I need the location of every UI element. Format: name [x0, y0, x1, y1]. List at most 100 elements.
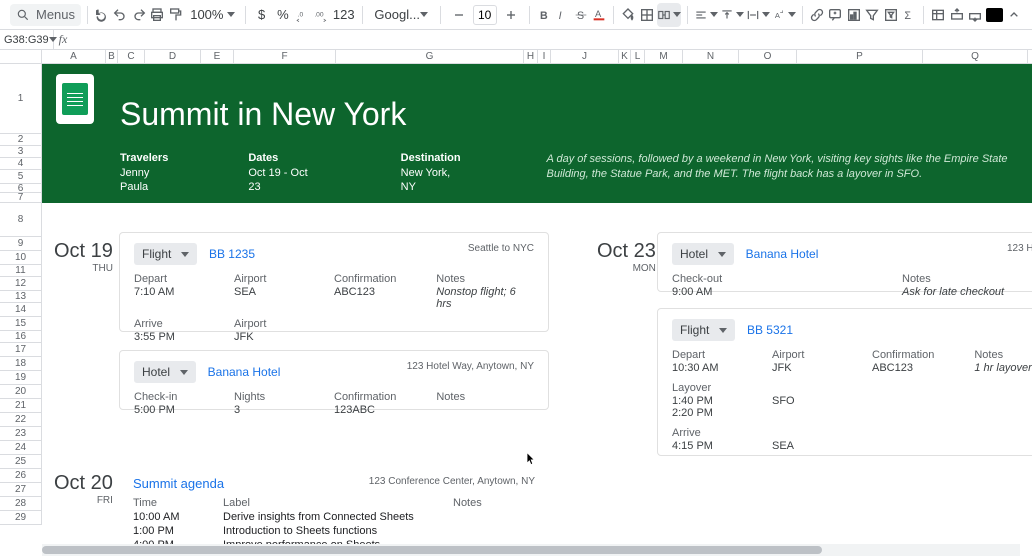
row-header[interactable]: 12 — [0, 277, 41, 291]
col-header[interactable]: I — [538, 50, 551, 63]
row-header[interactable]: 25 — [0, 455, 41, 469]
column-headers[interactable]: ABCDEFGHIJKLMNOPQ — [42, 50, 1032, 64]
col-header[interactable]: C — [118, 50, 145, 63]
col-header[interactable]: O — [739, 50, 797, 63]
merge-cells-button[interactable] — [657, 3, 681, 27]
insert-col-button[interactable] — [967, 3, 984, 27]
undo-history-button[interactable] — [94, 3, 111, 27]
strikethrough-button[interactable]: S — [572, 3, 589, 27]
row-header[interactable]: 7 — [0, 193, 41, 203]
decrease-decimal-button[interactable]: .0 — [295, 3, 312, 27]
currency-button[interactable]: $ — [252, 3, 271, 27]
row-header[interactable]: 24 — [0, 441, 41, 455]
row-header[interactable]: 23 — [0, 427, 41, 441]
row-header[interactable]: 20 — [0, 385, 41, 399]
menu-search[interactable]: Menus — [10, 4, 81, 26]
flight-chip[interactable]: Flight — [672, 319, 735, 341]
col-header[interactable]: F — [234, 50, 336, 63]
insert-chart-button[interactable] — [845, 3, 862, 27]
font-size-input[interactable] — [473, 5, 497, 25]
decrease-fontsize-button[interactable] — [447, 3, 471, 27]
row-header[interactable]: 16 — [0, 331, 41, 343]
functions-button[interactable]: Σ — [901, 3, 918, 27]
insert-comment-button[interactable] — [827, 3, 844, 27]
increase-fontsize-button[interactable] — [499, 3, 523, 27]
name-box[interactable]: G38:G39 — [0, 30, 54, 49]
row-header[interactable]: 19 — [0, 371, 41, 385]
col-header[interactable]: P — [797, 50, 923, 63]
row-header[interactable]: 21 — [0, 399, 41, 413]
row-header[interactable]: 29 — [0, 511, 41, 525]
increase-decimal-button[interactable]: .00 — [313, 3, 330, 27]
row-header[interactable]: 5 — [0, 170, 41, 184]
row-header[interactable]: 18 — [0, 357, 41, 371]
airport-label: Airport — [772, 349, 832, 361]
select-all-corner[interactable] — [0, 50, 42, 64]
format-123-button[interactable]: 123 — [332, 3, 356, 27]
undo-button[interactable] — [112, 3, 129, 27]
row-header[interactable]: 8 — [0, 203, 41, 237]
col-header[interactable]: J — [551, 50, 619, 63]
font-name-select[interactable]: Googl... — [368, 7, 434, 22]
insert-row-button[interactable] — [949, 3, 966, 27]
row-header[interactable]: 15 — [0, 317, 41, 331]
horizontal-scrollbar[interactable] — [42, 544, 1020, 556]
col-header[interactable]: B — [106, 50, 118, 63]
col-header[interactable]: N — [683, 50, 739, 63]
hotel-link[interactable]: Banana Hotel — [746, 247, 819, 261]
table-button[interactable] — [930, 3, 947, 27]
row-header[interactable]: 2 — [0, 134, 41, 146]
row-header[interactable]: 1 — [0, 64, 41, 134]
formula-bar[interactable] — [72, 30, 1032, 49]
col-header[interactable]: Q — [923, 50, 1028, 63]
row-headers[interactable]: 1234567891011121314151617181920212223242… — [0, 64, 42, 525]
row-header[interactable]: 14 — [0, 303, 41, 317]
row-header[interactable]: 26 — [0, 469, 41, 483]
text-color-button[interactable]: A — [591, 3, 608, 27]
hotel-chip[interactable]: Hotel — [134, 361, 196, 383]
print-button[interactable] — [149, 3, 166, 27]
row-header[interactable]: 22 — [0, 413, 41, 427]
hotel-chip[interactable]: Hotel — [672, 243, 734, 265]
col-header[interactable]: E — [201, 50, 234, 63]
col-header[interactable]: H — [524, 50, 538, 63]
ink-button[interactable] — [986, 8, 1004, 22]
halign-button[interactable] — [694, 3, 718, 27]
collapse-toolbar-button[interactable] — [1006, 3, 1023, 27]
row-header[interactable]: 3 — [0, 146, 41, 158]
zoom-select[interactable]: 100% — [186, 7, 239, 22]
col-header[interactable]: D — [145, 50, 201, 63]
flight-number-link[interactable]: BB 5321 — [747, 323, 793, 337]
row-header[interactable]: 11 — [0, 265, 41, 277]
borders-button[interactable] — [639, 3, 656, 27]
col-header[interactable]: K — [619, 50, 631, 63]
rotate-button[interactable]: A — [772, 3, 796, 27]
row-header[interactable]: 13 — [0, 291, 41, 303]
sheet-canvas[interactable]: Summit in New York Travelers Jenny Paula… — [42, 64, 1032, 544]
row-header[interactable]: 27 — [0, 483, 41, 497]
filter-button[interactable] — [864, 3, 881, 27]
wrap-button[interactable] — [746, 3, 770, 27]
row-header[interactable]: 4 — [0, 158, 41, 170]
col-header[interactable]: L — [631, 50, 645, 63]
insert-link-button[interactable] — [808, 3, 825, 27]
scrollbar-thumb[interactable] — [42, 546, 822, 554]
italic-button[interactable]: I — [554, 3, 571, 27]
paint-format-button[interactable] — [168, 3, 185, 27]
row-header[interactable]: 28 — [0, 497, 41, 511]
bold-button[interactable]: B — [535, 3, 552, 27]
valign-button[interactable] — [720, 3, 744, 27]
percent-button[interactable]: % — [273, 3, 293, 27]
col-header[interactable]: G — [336, 50, 524, 63]
filter-views-button[interactable] — [882, 3, 899, 27]
row-header[interactable]: 10 — [0, 251, 41, 265]
hotel-link[interactable]: Banana Hotel — [208, 365, 281, 379]
flight-chip[interactable]: Flight — [134, 243, 197, 265]
row-header[interactable]: 17 — [0, 343, 41, 357]
col-header[interactable]: M — [645, 50, 683, 63]
flight-number-link[interactable]: BB 1235 — [209, 247, 255, 261]
fill-color-button[interactable] — [620, 3, 637, 27]
col-header[interactable]: A — [42, 50, 106, 63]
redo-button[interactable] — [131, 3, 148, 27]
row-header[interactable]: 9 — [0, 237, 41, 251]
